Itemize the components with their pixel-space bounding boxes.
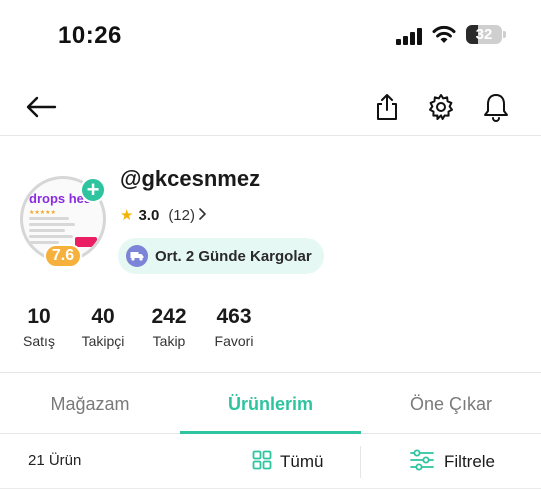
- add-icon[interactable]: +: [80, 177, 106, 203]
- stat-label: Satış: [23, 333, 55, 349]
- rating-row[interactable]: ★ 3.0 (12): [120, 205, 206, 225]
- tab-products[interactable]: Ürünlerim: [180, 384, 361, 432]
- all-button-label: Tümü: [280, 452, 324, 471]
- active-tab-indicator: [180, 431, 361, 434]
- battery-icon: 32: [466, 25, 502, 44]
- chevron-right-icon: [198, 207, 206, 223]
- stat-value: 40: [91, 305, 115, 328]
- seller-score-badge: 7.6: [44, 244, 82, 268]
- avatar-pink-label: [75, 237, 97, 247]
- stat-label: Takip: [152, 333, 186, 349]
- divider: [0, 372, 541, 373]
- filter-button-label: Filtrele: [444, 452, 496, 471]
- rating-count: (12): [168, 206, 195, 224]
- cargo-badge-label: Ort. 2 Günde Kargolar: [155, 247, 312, 265]
- stat-sales[interactable]: 10 Satış: [20, 305, 58, 349]
- star-icon: ★: [120, 207, 134, 224]
- avatar-stars-icon: ★★★★★: [29, 210, 56, 216]
- divider: [0, 488, 541, 489]
- share-icon[interactable]: [370, 90, 404, 124]
- filter-button[interactable]: Filtrele: [410, 448, 495, 476]
- nav-bar: [0, 82, 541, 136]
- tab-store[interactable]: Mağazam: [0, 384, 180, 432]
- all-button[interactable]: Tümü: [252, 448, 323, 476]
- bell-icon[interactable]: [479, 90, 513, 124]
- rating-value: 3.0: [138, 206, 160, 224]
- stat-following[interactable]: 242 Takip: [146, 305, 192, 349]
- stat-favorites[interactable]: 463 Favori: [210, 305, 258, 349]
- cargo-badge: Ort. 2 Günde Kargolar: [118, 238, 324, 274]
- tab-promote[interactable]: Öne Çıkar: [361, 384, 541, 432]
- signal-icon: [396, 27, 424, 45]
- battery-tip: [503, 31, 506, 38]
- truck-icon: [126, 245, 148, 267]
- back-arrow-icon[interactable]: [24, 90, 58, 124]
- username: @gkcesnmez: [120, 166, 261, 191]
- wifi-icon: [432, 24, 456, 44]
- status-bar: 10:26 32: [0, 0, 541, 70]
- grid-icon: [252, 450, 272, 475]
- status-time: 10:26: [58, 22, 122, 49]
- divider: [360, 446, 361, 478]
- stat-label: Takipçi: [81, 333, 125, 349]
- stat-value: 463: [216, 305, 252, 328]
- gear-icon[interactable]: [424, 90, 458, 124]
- stat-value: 242: [151, 305, 187, 328]
- sliders-icon: [410, 449, 434, 476]
- stat-label: Favori: [214, 333, 254, 349]
- product-count: 21 Ürün: [28, 452, 82, 469]
- stat-followers[interactable]: 40 Takipçi: [76, 305, 130, 349]
- stat-value: 10: [27, 305, 51, 328]
- battery-level: 32: [475, 26, 493, 43]
